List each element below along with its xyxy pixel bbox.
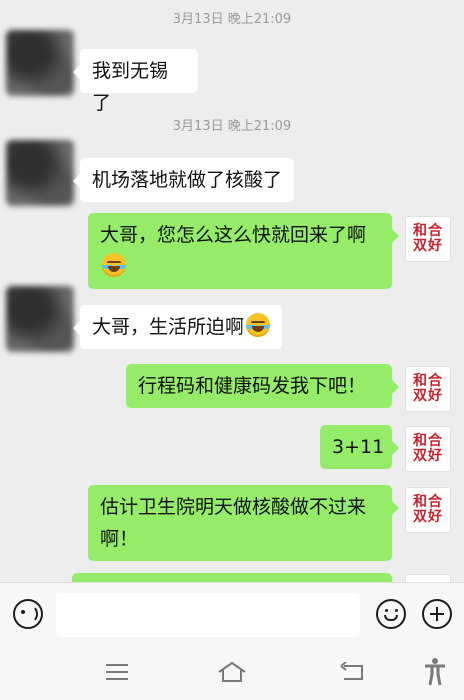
back-icon[interactable] — [340, 662, 366, 682]
contact-avatar[interactable] — [6, 286, 74, 352]
message-text: 我到无锡了 — [92, 60, 169, 114]
chat-message-list[interactable]: 3月13日 晚上21:09 我到无锡了 3月13日 晚上21:09 机场落地就做… — [0, 0, 464, 582]
message-text: 估计卫生院明天做核酸做不过来啊！ — [100, 496, 367, 550]
my-avatar[interactable]: 和合 双好 — [405, 487, 451, 533]
message-bubble-outgoing[interactable]: 估计卫生院明天做核酸做不过来啊！ — [88, 485, 399, 561]
emoji-icon[interactable] — [376, 599, 406, 629]
message-text: 3+11 — [332, 436, 385, 458]
message-text: 行程码和健康码发我下吧！ — [138, 375, 367, 397]
home-icon[interactable] — [217, 660, 247, 684]
avatar-seal-text: 和合 — [413, 433, 443, 449]
avatar-seal-text: 双好 — [413, 448, 443, 464]
voice-icon[interactable] — [13, 599, 43, 629]
message-bubble-outgoing-partial[interactable] — [72, 573, 392, 582]
my-avatar[interactable]: 和合 双好 — [405, 426, 451, 472]
message-text: 大哥，您怎么这么快就回来了啊 — [100, 224, 367, 246]
accessibility-icon[interactable] — [424, 658, 446, 686]
avatar-seal-text: 双好 — [413, 509, 443, 525]
system-navigation-bar — [0, 646, 464, 700]
tears-of-joy-emoji-icon — [246, 313, 271, 337]
message-bubble-incoming[interactable]: 大哥，生活所迫啊 — [73, 305, 282, 349]
message-bubble-outgoing[interactable]: 3+11 — [320, 425, 399, 469]
avatar-seal-text: 和合 — [413, 373, 443, 389]
tears-of-joy-emoji-icon — [102, 253, 126, 277]
message-bubble-outgoing[interactable]: 大哥，您怎么这么快就回来了啊 — [88, 213, 399, 289]
my-avatar[interactable]: 和合 双好 — [405, 366, 451, 412]
avatar-seal-text: 和合 — [413, 494, 443, 510]
message-bubble-incoming[interactable]: 机场落地就做了核酸了 — [73, 158, 294, 202]
message-input[interactable] — [56, 593, 360, 637]
message-bubble-incoming[interactable]: 我到无锡了 — [73, 49, 198, 114]
menu-icon[interactable] — [106, 664, 128, 680]
message-bubble-outgoing[interactable]: 行程码和健康码发我下吧！ — [126, 364, 399, 408]
chat-input-bar — [0, 582, 464, 647]
message-text: 大哥，生活所迫啊 — [92, 316, 245, 338]
my-avatar[interactable]: 和合 双好 — [405, 216, 451, 262]
my-avatar[interactable] — [405, 574, 451, 582]
contact-avatar[interactable] — [6, 30, 74, 96]
avatar-seal-text: 双好 — [413, 238, 443, 254]
avatar-seal-text: 双好 — [413, 388, 443, 404]
contact-avatar[interactable] — [6, 140, 74, 206]
timestamp: 3月13日 晚上21:09 — [172, 119, 292, 134]
timestamp: 3月13日 晚上21:09 — [172, 12, 292, 27]
message-text: 机场落地就做了核酸了 — [92, 169, 283, 191]
avatar-seal-text: 和合 — [413, 223, 443, 239]
plus-icon[interactable] — [422, 599, 452, 629]
